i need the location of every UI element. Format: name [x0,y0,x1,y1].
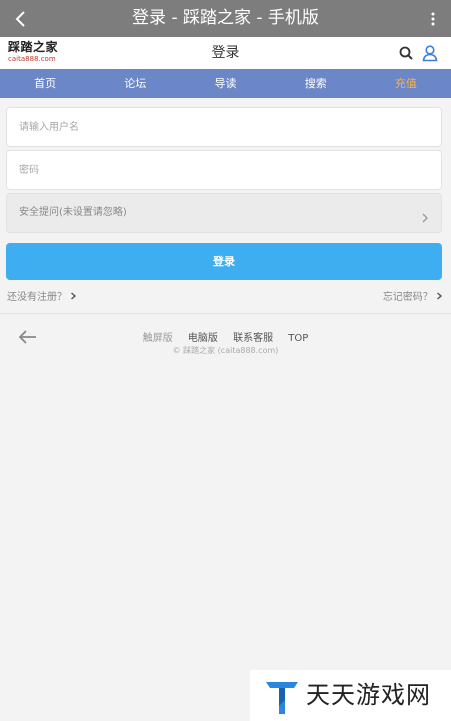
username-field [6,107,442,147]
forgot-password-label: 忘记密码？ [382,292,433,303]
watermark-text: 天天游戏网 [306,681,431,709]
chevron-right-icon [420,208,430,223]
search-icon[interactable] [398,45,414,61]
footer-link-desktop[interactable]: 电脑版 [188,333,218,344]
browser-title-bar: 登录 - 踩踏之家 - 手机版 [0,0,451,37]
footer-link-support[interactable]: 联系客服 [233,333,273,344]
main-nav: 首页 论坛 导读 搜索 充值 [0,69,451,98]
page-title-bar-text: 登录 - 踩踏之家 - 手机版 [132,8,319,28]
page-title: 登录 [211,45,240,61]
divider [0,313,451,314]
copyright: © 踩踏之家 (caita888.com) [172,346,279,355]
footer-links: 触屏版 电脑版 联系客服 TOP [0,329,451,344]
security-question-select[interactable]: 安全提问(未设置请忽略) [6,193,442,233]
username-input[interactable] [7,108,441,146]
footer-link-touch[interactable]: 触屏版 [143,333,173,344]
nav-item-search[interactable]: 搜索 [271,69,361,98]
register-link-label: 还没有注册？ [7,292,67,303]
nav-item-guide[interactable]: 导读 [180,69,270,98]
password-input[interactable] [7,151,441,189]
chevron-right-icon [71,292,77,300]
more-menu-icon[interactable] [423,7,443,31]
site-header: 踩踏之家 caita888.com 登录 [0,37,451,69]
nav-item-home[interactable]: 首页 [0,69,90,98]
chevron-right-icon [437,292,443,300]
user-icon[interactable] [421,44,439,62]
security-question-label: 安全提问(未设置请忽略) [19,207,127,218]
password-field [6,150,442,190]
watermark-logo-icon [266,682,298,714]
register-link[interactable]: 还没有注册？ [7,288,77,303]
login-button[interactable]: 登录 [6,243,442,280]
forgot-password-link[interactable]: 忘记密码？ [383,288,443,303]
footer-link-top[interactable]: TOP [288,333,308,344]
watermark: 天天游戏网 [250,670,451,721]
nav-item-recharge[interactable]: 充值 [361,69,451,98]
nav-item-forum[interactable]: 论坛 [90,69,180,98]
